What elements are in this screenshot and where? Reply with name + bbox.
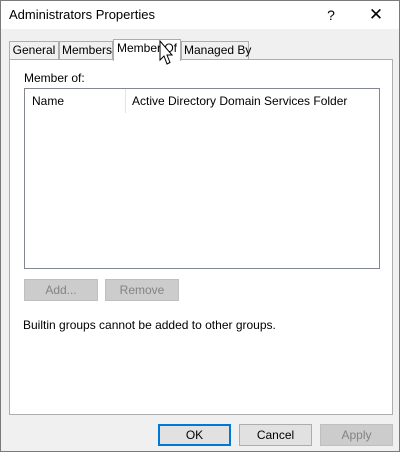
tab-managed-by[interactable]: Managed By xyxy=(181,41,251,59)
properties-dialog: Administrators Properties ? ✕ General Me… xyxy=(0,0,400,452)
cancel-button[interactable]: Cancel xyxy=(239,424,312,446)
column-separator[interactable] xyxy=(125,89,126,113)
mouse-pointer-icon xyxy=(159,40,173,65)
column-header-folder[interactable]: Active Directory Domain Services Folder xyxy=(132,94,347,108)
add-button[interactable]: Add... xyxy=(24,279,98,301)
help-icon[interactable]: ? xyxy=(309,1,353,29)
column-header-name[interactable]: Name xyxy=(32,94,64,108)
tab-members[interactable]: Members xyxy=(59,41,113,59)
close-icon[interactable]: ✕ xyxy=(354,1,398,29)
member-of-panel: Member of: Name Active Directory Domain … xyxy=(9,59,393,415)
title-bar: Administrators Properties ? ✕ xyxy=(1,1,399,29)
remove-button[interactable]: Remove xyxy=(105,279,179,301)
member-of-list[interactable]: Name Active Directory Domain Services Fo… xyxy=(24,88,380,269)
tab-general[interactable]: General xyxy=(9,41,59,59)
builtin-groups-note: Builtin groups cannot be added to other … xyxy=(23,318,276,332)
apply-button[interactable]: Apply xyxy=(320,424,393,446)
member-of-label: Member of: xyxy=(24,71,85,85)
window-title: Administrators Properties xyxy=(9,7,155,22)
ok-button[interactable]: OK xyxy=(158,424,231,446)
